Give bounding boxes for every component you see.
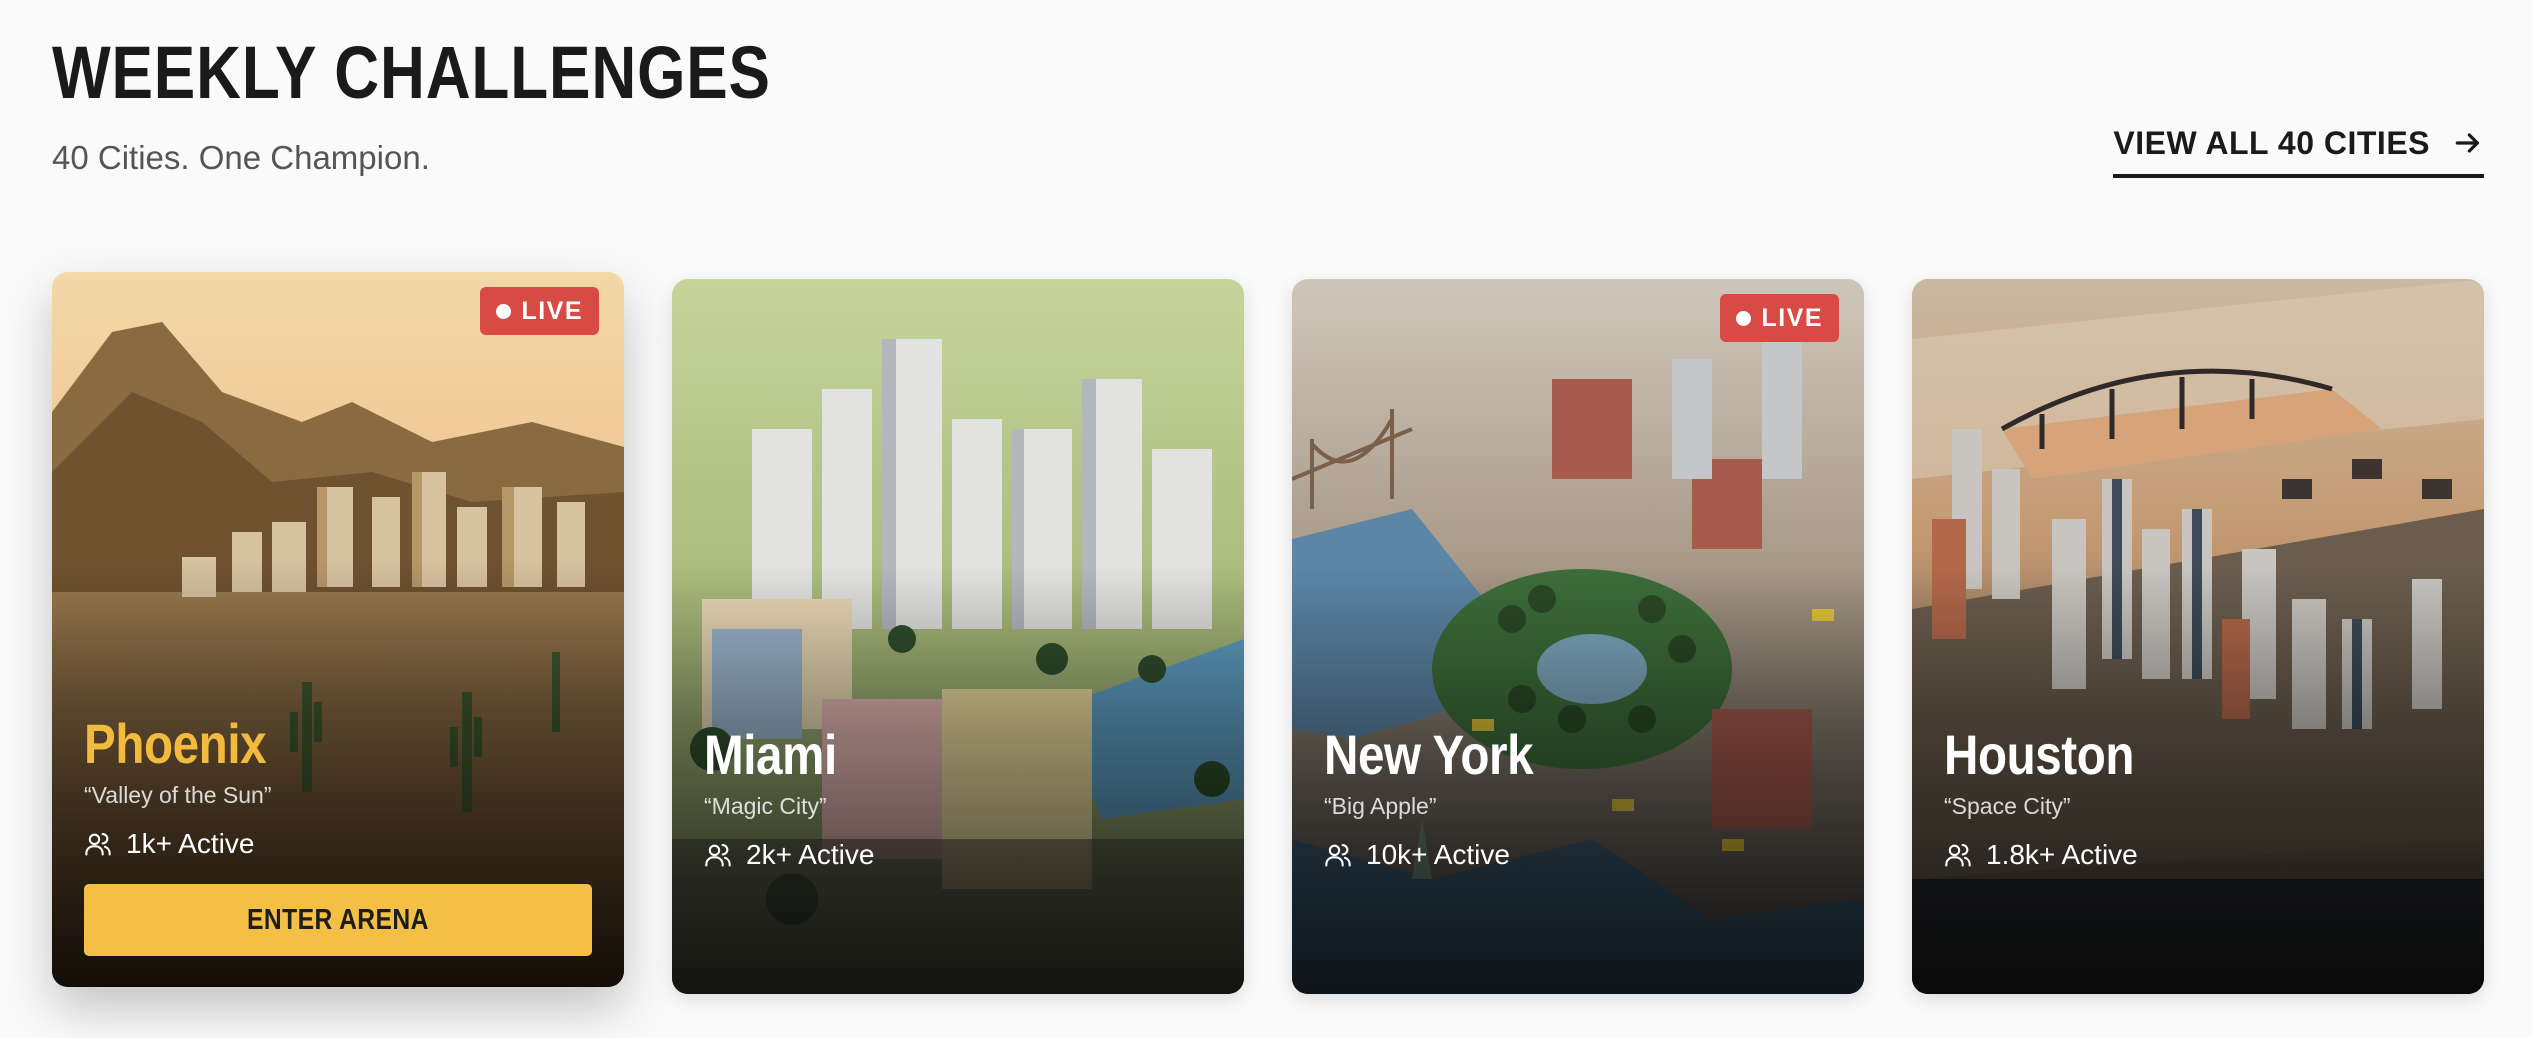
city-card-miami[interactable]: Miami “Magic City” 2k+ Active (672, 279, 1244, 994)
view-all-cities-link[interactable]: VIEW ALL 40 CITIES (2113, 127, 2484, 178)
card-info: New York “Big Apple” 10k+ Active (1324, 727, 1832, 869)
city-name: New York (1324, 723, 1534, 786)
active-count-label: 2k+ Active (746, 839, 875, 870)
live-label: LIVE (1761, 303, 1823, 332)
live-label: LIVE (521, 296, 583, 325)
card-info: Miami “Magic City” 2k+ Active (704, 727, 1212, 869)
enter-arena-button[interactable]: ENTER ARENA (84, 884, 592, 956)
live-badge: LIVE (480, 287, 599, 335)
city-nickname: “Valley of the Sun” (84, 782, 272, 808)
city-card-phoenix[interactable]: LIVE Phoenix “Valley of the Sun” 1k+ Act… (52, 272, 624, 987)
users-icon (1945, 844, 1971, 867)
card-gradient (1292, 279, 1864, 994)
live-dot-icon (1736, 310, 1752, 326)
active-count-label: 10k+ Active (1366, 839, 1510, 870)
card-gradient (672, 279, 1244, 994)
active-count: 1k+ Active (84, 830, 592, 858)
active-count: 1.8k+ Active (1944, 841, 2452, 869)
city-card-houston[interactable]: Houston “Space City” 1.8k+ Active (1912, 279, 2484, 994)
page-subtitle: 40 Cities. One Champion. (52, 139, 430, 176)
city-nickname: “Magic City” (704, 793, 827, 819)
users-icon (705, 844, 731, 867)
page-title: WEEKLY CHALLENGES (52, 31, 771, 114)
active-count-label: 1.8k+ Active (1986, 839, 2138, 870)
enter-arena-label: ENTER ARENA (247, 903, 429, 936)
arrow-right-icon (2455, 133, 2479, 153)
city-card-new-york[interactable]: LIVE New York “Big Apple” 10k+ Active (1292, 279, 1864, 994)
live-dot-icon (496, 303, 512, 319)
view-all-label: VIEW ALL 40 CITIES (2113, 125, 2430, 161)
active-count: 2k+ Active (704, 841, 1212, 869)
active-count-label: 1k+ Active (126, 828, 255, 859)
city-name: Phoenix (84, 712, 267, 775)
live-badge: LIVE (1720, 294, 1839, 342)
city-name: Houston (1944, 723, 2135, 786)
active-count: 10k+ Active (1324, 841, 1832, 869)
card-gradient (1912, 279, 2484, 994)
users-icon (1325, 844, 1351, 867)
card-info: Houston “Space City” 1.8k+ Active (1944, 727, 2452, 869)
city-name: Miami (704, 723, 837, 786)
city-nickname: “Space City” (1944, 793, 2071, 819)
users-icon (85, 833, 111, 856)
card-info: Phoenix “Valley of the Sun” 1k+ Active E… (84, 716, 592, 956)
city-nickname: “Big Apple” (1324, 793, 1437, 819)
